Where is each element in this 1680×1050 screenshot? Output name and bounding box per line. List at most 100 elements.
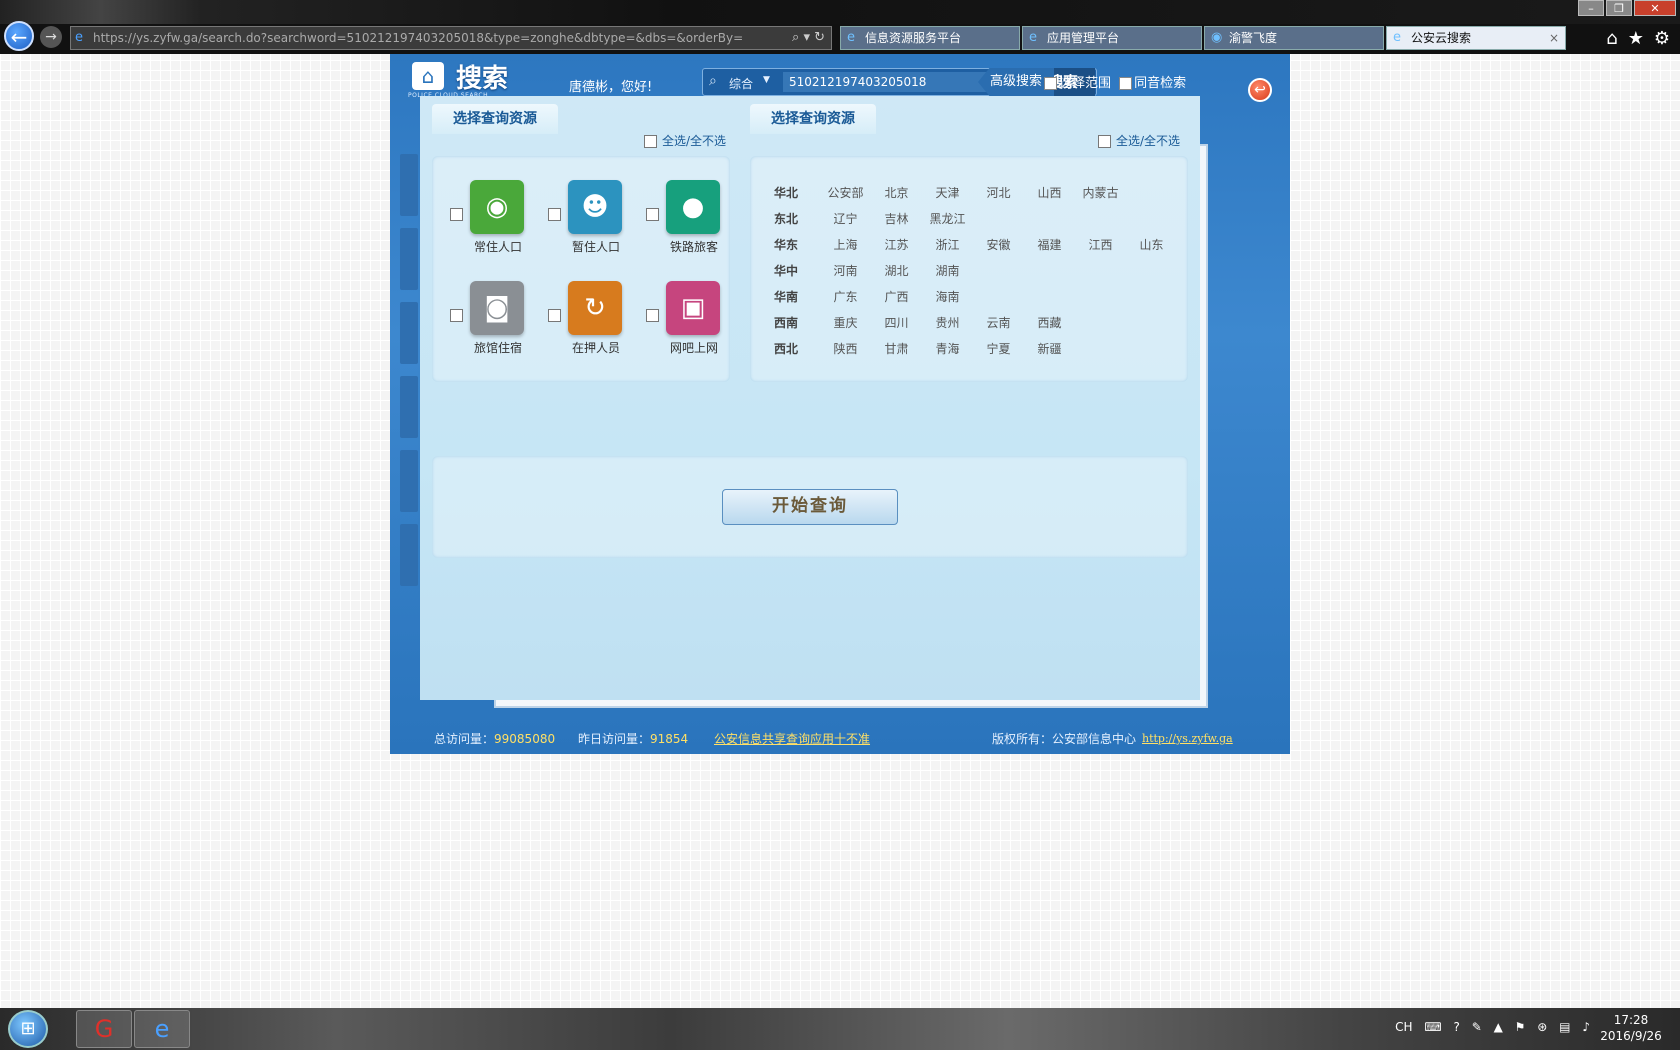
region-item[interactable]: 重庆 (820, 314, 871, 331)
region-item[interactable]: 四川 (871, 314, 922, 331)
language-indicator[interactable]: CH (1395, 1020, 1412, 1034)
close-window-button[interactable]: ✕ (1634, 0, 1676, 16)
address-bar[interactable]: e https://ys.zyfw.ga/search.do?searchwor… (70, 26, 832, 50)
region-item[interactable]: 吉林 (871, 210, 922, 227)
resource-item[interactable]: ▣ 网吧上网 (642, 281, 734, 367)
restore-button[interactable]: ❐ (1606, 0, 1632, 16)
region-item[interactable]: 黑龙江 (922, 210, 973, 227)
region-item[interactable]: 陕西 (820, 340, 871, 357)
chevron-down-icon[interactable]: ▼ (763, 75, 770, 85)
region-item[interactable]: 新疆 (1024, 340, 1075, 357)
resource-item[interactable]: ◙ 旅馆住宿 (446, 281, 538, 367)
resource-checkbox[interactable] (450, 309, 463, 322)
region-item[interactable]: 安徽 (973, 236, 1024, 253)
region-label: 华北 (774, 186, 799, 200)
resource-item[interactable]: ◉ 常住人口 (446, 180, 538, 266)
pen-icon[interactable]: ✎ (1472, 1020, 1482, 1034)
security-icon[interactable]: ⊛ (1537, 1020, 1547, 1034)
tab-close-icon[interactable]: × (1549, 27, 1559, 49)
region-item[interactable]: 北京 (871, 184, 922, 201)
resource-checkbox[interactable] (548, 208, 561, 221)
forward-button[interactable]: → (40, 26, 62, 48)
tab-yujing[interactable]: ◉ 渝警飞度 (1204, 26, 1384, 50)
start-query-button[interactable]: 开始查询 (722, 489, 898, 525)
network-icon[interactable]: ▤ (1559, 1020, 1570, 1034)
scope-select[interactable]: 综合 (729, 75, 753, 92)
ie-tab-icon: e (1029, 30, 1037, 45)
computer-icon[interactable]: ▣ (666, 281, 720, 335)
volume-icon[interactable]: ♪ (1582, 1020, 1590, 1034)
region-item[interactable]: 贵州 (922, 314, 973, 331)
homophone-label: 同音检索 (1134, 76, 1187, 91)
passenger-icon[interactable]: ● (666, 180, 720, 234)
region-label: 西南 (774, 316, 799, 330)
region-item[interactable]: 福建 (1024, 236, 1075, 253)
left-select-all[interactable]: 全选/全不选 (644, 132, 726, 149)
resource-checkbox[interactable] (450, 208, 463, 221)
keyboard-icon[interactable]: ⌨ (1424, 1020, 1441, 1034)
taskbar: ⊞ G e CH ⌨ ? ✎ ▲ ⚑ ⊛ ▤ ♪ 17:28 2016/9/26 (0, 1008, 1680, 1050)
minimize-button[interactable]: – (1578, 0, 1604, 16)
range-checkbox[interactable] (1044, 77, 1057, 90)
select-all-checkbox[interactable] (644, 135, 657, 148)
region-item[interactable]: 公安部 (820, 184, 871, 201)
region-item[interactable]: 宁夏 (973, 340, 1024, 357)
tab-cloud-search[interactable]: e 公安云搜索 × (1386, 26, 1566, 50)
region-item[interactable]: 内蒙古 (1075, 184, 1126, 201)
detainee-icon[interactable]: ↻ (568, 281, 622, 335)
region-item[interactable]: 上海 (820, 236, 871, 253)
show-hidden-icon[interactable]: ▲ (1494, 1020, 1503, 1034)
address-tools[interactable]: ⌕ ▾ ↻ (792, 27, 825, 49)
region-item[interactable]: 广西 (871, 288, 922, 305)
close-dialog-icon[interactable]: ↩ (1248, 78, 1272, 102)
tab-info-platform[interactable]: e 信息资源服务平台 (840, 26, 1020, 50)
ie-taskbar-icon[interactable]: e (134, 1010, 190, 1048)
region-item[interactable]: 江苏 (871, 236, 922, 253)
homophone-checkbox[interactable] (1119, 77, 1133, 90)
resource-item[interactable]: ☻ 暂住人口 (544, 180, 636, 266)
camera-icon[interactable]: ◙ (470, 281, 524, 335)
region-item[interactable]: 湖北 (871, 262, 922, 279)
region-item[interactable]: 云南 (973, 314, 1024, 331)
globe-tab-icon: ◉ (1211, 30, 1223, 45)
region-item[interactable]: 河北 (973, 184, 1024, 201)
tab-app-management[interactable]: e 应用管理平台 (1022, 26, 1202, 50)
region-item[interactable]: 山西 (1024, 184, 1075, 201)
region-item[interactable]: 青海 (922, 340, 973, 357)
windows-start-icon[interactable]: ⊞ (8, 1010, 48, 1048)
site-link[interactable]: http://ys.zyfw.ga (1142, 726, 1233, 752)
help-icon[interactable]: ? (1454, 1020, 1460, 1034)
home-icon[interactable]: ⌂ (1606, 28, 1617, 49)
resource-checkbox[interactable] (548, 309, 561, 322)
clock[interactable]: 17:28 2016/9/26 (1596, 1012, 1666, 1044)
resource-item[interactable]: ● 铁路旅客 (642, 180, 734, 266)
region-item[interactable]: 山东 (1126, 236, 1177, 253)
resource-checkbox[interactable] (646, 208, 659, 221)
region-item[interactable]: 广东 (820, 288, 871, 305)
total-visits: 总访问量：99085080 (434, 726, 555, 752)
person-circle-icon[interactable]: ◉ (470, 180, 524, 234)
region-item[interactable]: 湖南 (922, 262, 973, 279)
window-controls: – ❐ ✕ (1576, 0, 1676, 18)
rules-link[interactable]: 公安信息共享查询应用十不准 (714, 726, 870, 752)
region-item[interactable]: 浙江 (922, 236, 973, 253)
resource-item[interactable]: ↻ 在押人员 (544, 281, 636, 367)
region-item[interactable]: 天津 (922, 184, 973, 201)
back-button[interactable]: ← (4, 21, 34, 51)
resource-label: 旅馆住宿 (473, 341, 522, 355)
region-item[interactable]: 辽宁 (820, 210, 871, 227)
people-icon[interactable]: ☻ (568, 180, 622, 234)
region-item[interactable]: 江西 (1075, 236, 1126, 253)
flag-icon[interactable]: ⚑ (1515, 1020, 1526, 1034)
region-item[interactable]: 河南 (820, 262, 871, 279)
region-item[interactable]: 海南 (922, 288, 973, 305)
right-select-all[interactable]: 全选/全不选 (1098, 132, 1180, 149)
favorites-icon[interactable]: ★ (1628, 28, 1644, 49)
select-all-checkbox[interactable] (1098, 135, 1111, 148)
region-item[interactable]: 甘肃 (871, 340, 922, 357)
advanced-search-button[interactable]: 高级搜索 (978, 68, 1054, 96)
red-app-icon[interactable]: G (76, 1010, 132, 1048)
gear-icon[interactable]: ⚙ (1654, 28, 1670, 49)
resource-checkbox[interactable] (646, 309, 659, 322)
region-item[interactable]: 西藏 (1024, 314, 1075, 331)
